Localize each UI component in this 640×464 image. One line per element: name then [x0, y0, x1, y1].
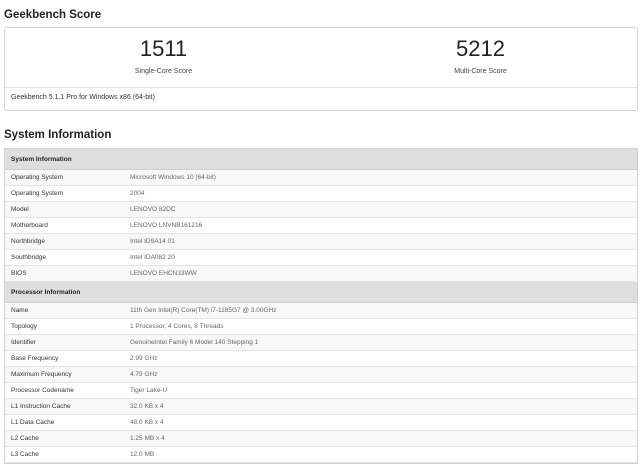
row-key: L3 Cache — [11, 451, 39, 458]
table-row: L2 Cache 1.25 MB x 4 — [5, 431, 637, 447]
system-info-table: System Information Operating System Micros… — [4, 148, 638, 464]
table-row: Northbridge Intel ID9A14 01 — [5, 234, 637, 250]
group-rows: Operating System Microsoft Windows 10 (64… — [5, 170, 637, 282]
single-core-value: 1511 — [139, 36, 188, 61]
row-value: LENOVO EHCN33WW — [130, 270, 197, 277]
row-value: Tiger Lake-U — [130, 387, 168, 394]
row-value: GenuineIntel Family 6 Model 140 Stepping… — [130, 339, 259, 346]
row-key: BIOS — [11, 270, 27, 277]
table-row: Identifier GenuineIntel Family 6 Model 14… — [5, 335, 637, 351]
table-row: BIOS LENOVO EHCN33WW — [5, 266, 637, 282]
group-header: System Information — [5, 149, 637, 170]
table-row: Topology 1 Processor, 4 Cores, 8 Threads — [5, 319, 637, 335]
row-value: 2004 — [130, 190, 145, 197]
table-row: Operating System Microsoft Windows 10 (64… — [5, 170, 637, 186]
group-rows: Name 11th Gen Intel(R) Core(TM) i7-1185G7… — [5, 303, 637, 463]
table-row: L3 Cache 12.0 MB — [5, 447, 637, 463]
row-key: Identifier — [11, 339, 36, 346]
row-key: Model — [11, 206, 29, 213]
table-row: Model LENOVO 82DC — [5, 202, 637, 218]
row-key: Maximum Frequency — [11, 371, 72, 378]
row-key: Processor Codename — [11, 387, 74, 394]
row-key: Topology — [11, 323, 38, 330]
row-key: Motherboard — [11, 222, 48, 229]
row-key: Operating System — [11, 174, 64, 181]
row-value: 2.99 GHz — [130, 355, 158, 362]
row-value: 32.0 KB x 4 — [130, 403, 164, 410]
row-value: 4.79 GHz — [130, 371, 158, 378]
row-value: 12.0 MB — [130, 451, 155, 458]
row-key: L2 Cache — [11, 435, 39, 442]
system-section-title: System Information — [4, 129, 112, 141]
row-value: LENOVO 82DC — [130, 206, 176, 213]
table-row: Operating System 2004 — [5, 186, 637, 202]
row-key: Base Frequency — [11, 355, 59, 362]
row-key: Name — [11, 307, 29, 314]
table-row: L1 Data Cache 48.0 KB x 4 — [5, 415, 637, 431]
single-core-label: Single-Core Score — [134, 68, 193, 75]
row-key: Operating System — [11, 190, 64, 197]
score-panel: 1511 Single-Core Score 5212 Multi-Core S… — [4, 27, 638, 111]
table-row: L1 Instruction Cache 32.0 KB x 4 — [5, 399, 637, 415]
row-value: 1.25 MB x 4 — [130, 435, 165, 442]
score-divider — [5, 87, 637, 88]
row-key: L1 Instruction Cache — [11, 403, 71, 410]
table-row: Southbridge Intel IDA082 20 — [5, 250, 637, 266]
row-value: 1 Processor, 4 Cores, 8 Threads — [130, 323, 224, 330]
single-core-score: 1511 Single-Core Score — [5, 36, 322, 75]
multi-core-label: Multi-Core Score — [454, 68, 507, 75]
row-key: Southbridge — [11, 254, 47, 261]
row-key: Northbridge — [11, 238, 45, 245]
table-row: Base Frequency 2.99 GHz — [5, 351, 637, 367]
row-value: Microsoft Windows 10 (64-bit) — [130, 174, 216, 181]
row-key: L1 Data Cache — [11, 419, 55, 426]
table-row: Motherboard LENOVO LNVNB161216 — [5, 218, 637, 234]
multi-core-value: 5212 — [456, 36, 505, 61]
row-value: Intel ID9A14 01 — [130, 238, 175, 245]
score-section-title: Geekbench Score — [4, 9, 102, 21]
row-value: Intel IDA082 20 — [130, 254, 175, 261]
row-value: LENOVO LNVNB161216 — [130, 222, 203, 229]
row-value: 48.0 KB x 4 — [130, 419, 164, 426]
row-value: 11th Gen Intel(R) Core(TM) i7-1185G7 @ 3… — [130, 307, 277, 314]
table-row: Maximum Frequency 4.79 GHz — [5, 367, 637, 383]
table-row: Name 11th Gen Intel(R) Core(TM) i7-1185G7… — [5, 303, 637, 319]
table-row: Processor Codename Tiger Lake-U — [5, 383, 637, 399]
benchmark-version: Geekbench 5.1.1 Pro for Windows x86 (64-… — [11, 94, 155, 101]
group-header: Processor Information — [5, 282, 637, 303]
multi-core-score: 5212 Multi-Core Score — [322, 36, 639, 75]
